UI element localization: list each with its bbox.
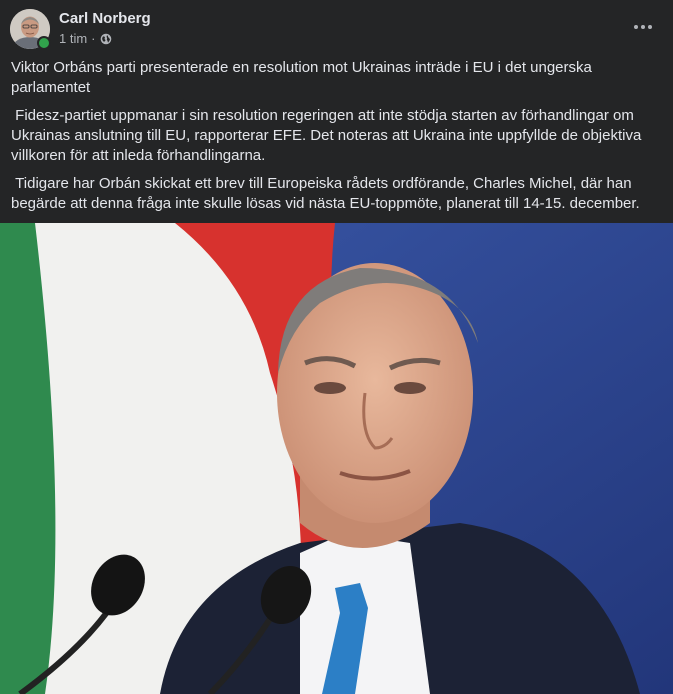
post-card: Carl Norberg 1 tim · Viktor Orbáns parti…: [0, 0, 673, 694]
post-paragraph: Viktor Orbáns parti presenterade en reso…: [11, 59, 592, 96]
author-name[interactable]: Carl Norberg: [59, 10, 151, 27]
post-time[interactable]: 1 tim: [59, 31, 87, 46]
post-header: Carl Norberg 1 tim ·: [10, 9, 663, 50]
post-text: Viktor Orbáns parti presenterade en reso…: [11, 58, 661, 222]
post-paragraph: Fidesz-partiet uppmanar i sin resolution…: [11, 107, 646, 164]
more-horizontal-icon: [634, 25, 652, 29]
avatar[interactable]: [10, 9, 51, 50]
more-options-button[interactable]: [625, 11, 661, 43]
meta-separator: ·: [91, 31, 96, 46]
post-meta: 1 tim ·: [59, 31, 112, 46]
post-photo[interactable]: [0, 223, 673, 694]
online-status-dot: [37, 36, 51, 50]
post-paragraph: Tidigare har Orbán skickat ett brev till…: [11, 175, 640, 212]
globe-icon[interactable]: [100, 33, 112, 45]
